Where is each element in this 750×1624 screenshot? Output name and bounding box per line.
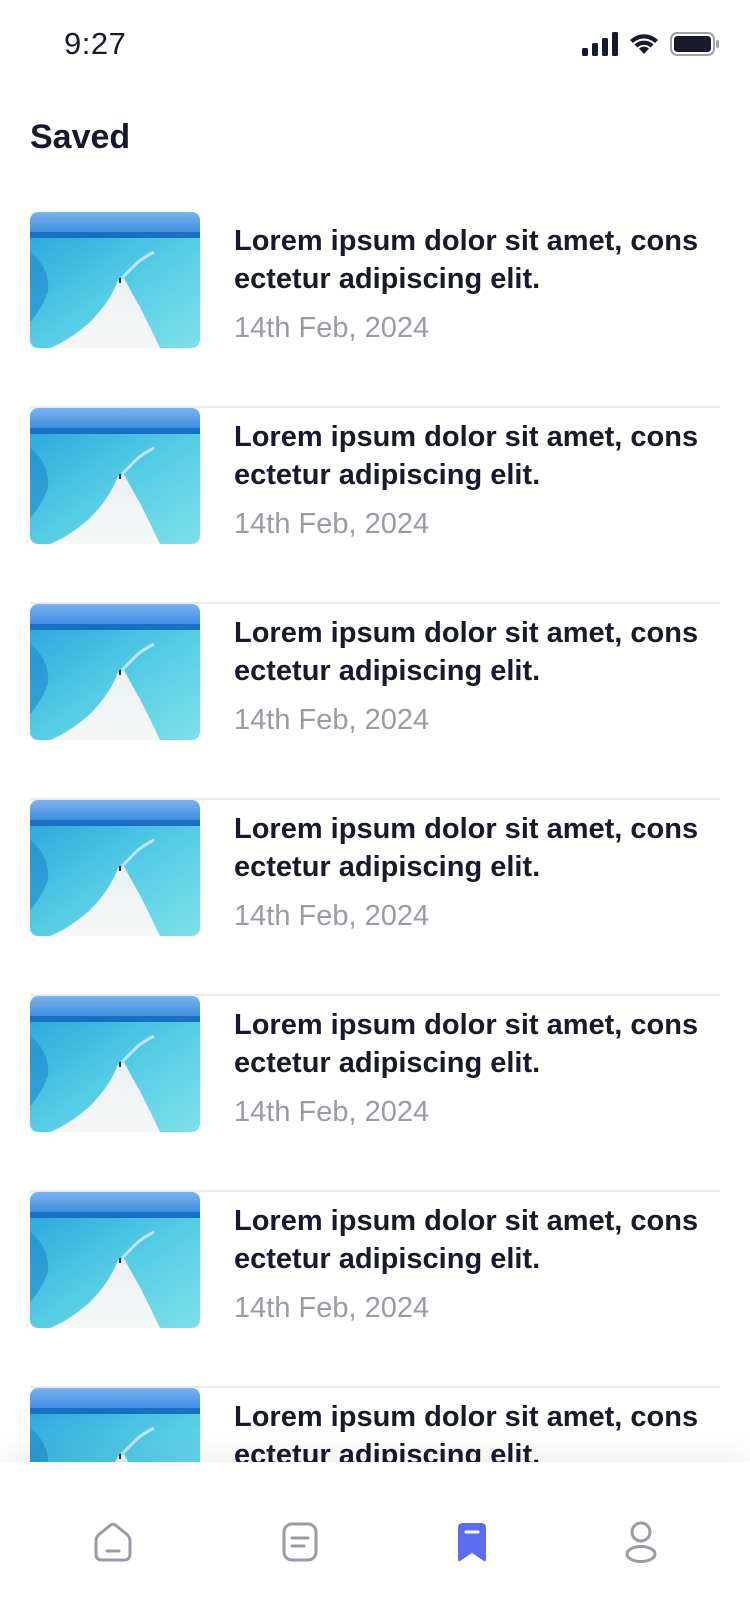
beach-sandbar-image — [30, 800, 200, 936]
saved-item-date: 14th Feb, 2024 — [234, 312, 430, 344]
home-icon — [91, 1520, 135, 1569]
nav-saved[interactable] — [444, 1516, 500, 1572]
saved-screen: 9:27 Saved Lorem ipsum dolor sit amet, c… — [0, 0, 750, 1624]
status-bar: 9:27 — [0, 0, 750, 92]
saved-item-date: 14th Feb, 2024 — [234, 1096, 430, 1128]
page-title: Saved — [30, 118, 131, 156]
saved-item-text: Lorem ipsum dolor sit amet, cons ectetur… — [234, 604, 720, 738]
beach-sandbar-image — [30, 408, 200, 544]
saved-item-text: Lorem ipsum dolor sit amet, cons ectetur… — [234, 408, 720, 542]
saved-item[interactable]: Lorem ipsum dolor sit amet, cons ectetur… — [30, 212, 720, 408]
profile-icon — [619, 1520, 663, 1569]
saved-list: Lorem ipsum dolor sit amet, cons ectetur… — [30, 212, 720, 1584]
saved-item[interactable]: Lorem ipsum dolor sit amet, cons ectetur… — [30, 996, 720, 1192]
wifi-icon — [628, 32, 660, 61]
saved-item-title: Lorem ipsum dolor sit amet, cons ectetur… — [234, 421, 699, 491]
saved-item-title: Lorem ipsum dolor sit amet, cons ectetur… — [234, 617, 699, 687]
saved-item-date: 14th Feb, 2024 — [234, 704, 430, 736]
saved-item[interactable]: Lorem ipsum dolor sit amet, cons ectetur… — [30, 1192, 720, 1388]
battery-icon — [670, 32, 720, 61]
saved-item-text: Lorem ipsum dolor sit amet, cons ectetur… — [234, 1192, 720, 1326]
saved-item[interactable]: Lorem ipsum dolor sit amet, cons ectetur… — [30, 604, 720, 800]
saved-item-text: Lorem ipsum dolor sit amet, cons ectetur… — [234, 996, 720, 1130]
beach-sandbar-image — [30, 212, 200, 348]
nav-articles[interactable] — [272, 1516, 328, 1572]
saved-item-text: Lorem ipsum dolor sit amet, cons ectetur… — [234, 800, 720, 934]
cellular-signal-icon — [582, 32, 618, 61]
nav-home[interactable] — [85, 1516, 141, 1572]
saved-item-title: Lorem ipsum dolor sit amet, cons ectetur… — [234, 813, 699, 883]
bottom-nav — [0, 1462, 750, 1624]
beach-sandbar-image — [30, 604, 200, 740]
saved-item-text: Lorem ipsum dolor sit amet, cons ectetur… — [234, 212, 720, 346]
saved-item[interactable]: Lorem ipsum dolor sit amet, cons ectetur… — [30, 800, 720, 996]
beach-sandbar-image — [30, 1192, 200, 1328]
status-icons — [582, 32, 720, 61]
nav-profile[interactable] — [613, 1516, 669, 1572]
saved-item-title: Lorem ipsum dolor sit amet, cons ectetur… — [234, 225, 699, 295]
saved-item[interactable]: Lorem ipsum dolor sit amet, cons ectetur… — [30, 408, 720, 604]
saved-item-title: Lorem ipsum dolor sit amet, cons ectetur… — [234, 1009, 699, 1079]
saved-item-date: 14th Feb, 2024 — [234, 900, 430, 932]
saved-item-date: 14th Feb, 2024 — [234, 1292, 430, 1324]
document-icon — [278, 1520, 322, 1569]
saved-item-title: Lorem ipsum dolor sit amet, cons ectetur… — [234, 1205, 699, 1275]
bookmark-icon — [450, 1520, 494, 1569]
beach-sandbar-image — [30, 996, 200, 1132]
status-time: 9:27 — [64, 26, 127, 61]
saved-item-date: 14th Feb, 2024 — [234, 508, 430, 540]
